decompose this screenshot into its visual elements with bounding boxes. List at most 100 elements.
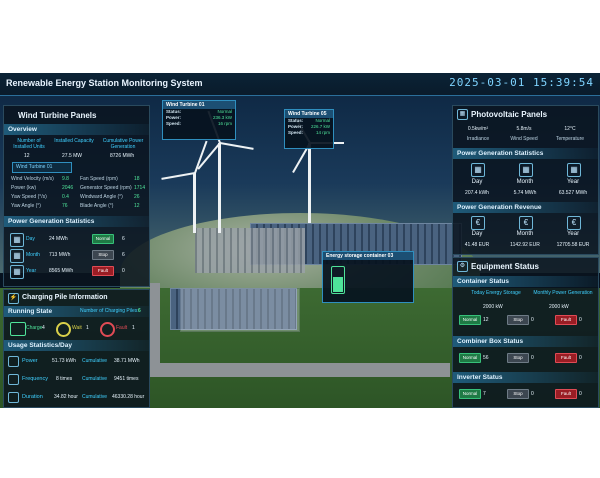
state-count: 4: [42, 325, 45, 331]
fault-button[interactable]: Fault: [555, 353, 577, 363]
status-count: 0: [122, 268, 125, 274]
gen-value: 24 MWh: [49, 236, 68, 242]
usage-label: Duration: [22, 394, 43, 400]
param-label: Blade Angle (°): [80, 203, 114, 209]
param-value: 26: [134, 194, 140, 200]
normal-button[interactable]: Normal: [459, 315, 481, 325]
gen-period: Year: [26, 268, 37, 274]
normal-button[interactable]: Normal: [459, 353, 481, 363]
piles-value: 6: [138, 308, 141, 314]
state-label: Charge: [26, 325, 43, 331]
status-count: 0: [579, 391, 582, 397]
overview-label: Cumulative Power Generation: [102, 138, 144, 150]
usage-header: Usage Statistics/Day: [4, 340, 149, 351]
calendar-icon: ▦: [567, 163, 581, 177]
turbine-select-tab[interactable]: Wind Turbine 01: [12, 162, 72, 173]
battery-icon: [331, 266, 345, 294]
status-count: 0: [531, 317, 534, 323]
callout-row: Speed: 16 rpm: [166, 121, 232, 126]
fault-button[interactable]: Fault: [92, 266, 114, 276]
scene-substation: [195, 228, 305, 273]
turbine-callout[interactable]: Wind Turbine 05 Status: Normal Power: 226.…: [284, 109, 334, 149]
cumulative-label: Cumulative: [82, 358, 108, 364]
wind-gen-header: Power Generation Statistics: [4, 216, 149, 227]
pv-gen-label: Year: [566, 179, 580, 185]
usage-label: Power: [22, 358, 38, 364]
plug-icon: ⚡: [8, 293, 19, 304]
usage-day: 8 times: [56, 376, 73, 382]
turbine-callout[interactable]: Wind Turbine 01 Status: Normal Power: 236.…: [162, 100, 236, 140]
pv-gen-label: Month: [516, 179, 534, 185]
usage-cumulative: 46330.28 hour: [112, 394, 145, 400]
normal-button[interactable]: Normal: [459, 389, 481, 399]
pv-rev-label: Year: [566, 231, 580, 237]
storage-callout[interactable]: Energy storage container 03: [322, 251, 414, 303]
scene-building: [180, 288, 300, 332]
calendar-icon: ▦: [10, 249, 24, 263]
param-value: 9.8: [62, 176, 69, 182]
weather-value: 0.5kw/m²: [467, 126, 489, 132]
piles-label: Number of Charging Piles:: [80, 308, 139, 314]
param-label: Yaw Angle (°): [11, 203, 41, 209]
callout-title: Wind Turbine 05: [285, 110, 333, 118]
param-value: 0.4: [62, 194, 69, 200]
param-label: Power (kw): [11, 185, 37, 191]
param-label: Generator Speed (rpm): [80, 185, 132, 191]
money-icon: €: [567, 216, 581, 230]
param-label: Wind Velocity (m/s): [11, 176, 54, 182]
param-value: 1714: [134, 185, 146, 191]
stop-button[interactable]: Stop: [92, 250, 114, 260]
overview-value: 12: [24, 153, 30, 159]
pv-gen-label: Day: [471, 179, 483, 185]
status-count: 12: [483, 317, 489, 323]
clock-readout: 2025-03-01 15:39:54: [449, 76, 594, 89]
status-count: 0: [531, 355, 534, 361]
money-icon: €: [519, 216, 533, 230]
equipment-panel-title: Equipment Status: [471, 262, 540, 271]
param-label: Fan Speed (rpm): [80, 176, 118, 182]
fault-button[interactable]: Fault: [555, 315, 577, 325]
charging-pile-panel: ⚡ Charging Pile Information Running Stat…: [3, 289, 150, 408]
equipment-status-panel: ⚙ Equipment Status Container Status Toda…: [452, 257, 599, 408]
pv-revenue-header: Power Generation Revenue: [453, 202, 598, 213]
gen-period: Month: [26, 252, 40, 258]
combiner-status-header: Combiner Box Status: [453, 336, 598, 347]
stop-button[interactable]: Stop: [507, 353, 529, 363]
usage-cumulative: 38.71 MWh: [114, 358, 140, 364]
cumulative-label: Cumulative: [82, 376, 108, 382]
equipment-icon: ⚙: [457, 261, 468, 272]
gen-period: Day: [26, 236, 35, 242]
param-value: 18: [134, 176, 140, 182]
charging-panel-title: Charging Pile Information: [22, 294, 108, 301]
gen-value: 8565 MWh: [49, 268, 74, 274]
scene-road: [150, 363, 450, 377]
usage-day: 34.82 hour: [54, 394, 78, 400]
cumulative-label: Cumulative: [82, 394, 108, 400]
pv-rev-value: 1142.92 EUR: [510, 242, 540, 248]
turbine-mast: [308, 143, 311, 223]
usage-cumulative: 9451 times: [114, 376, 139, 382]
param-value: 12: [134, 203, 140, 209]
callout-row: Speed: 14 rpm: [288, 130, 330, 135]
fault-state-icon: [100, 322, 115, 337]
stop-button[interactable]: Stop: [507, 315, 529, 325]
inverter-status-header: Inverter Status: [453, 372, 598, 383]
dashboard-frame: Renewable Energy Station Monitoring Syst…: [0, 73, 600, 408]
status-count: 6: [122, 236, 125, 242]
normal-button[interactable]: Normal: [92, 234, 114, 244]
money-icon: €: [471, 216, 485, 230]
overview-header: Overview: [4, 124, 149, 135]
pv-rev-value: 41.48 EUR: [464, 242, 490, 248]
pv-gen-value: 207.4 kWh: [465, 190, 489, 196]
fault-button[interactable]: Fault: [555, 389, 577, 399]
clock-icon: [8, 392, 19, 403]
calendar-icon: ▦: [10, 233, 24, 247]
weather-label: Temperature: [555, 136, 585, 142]
status-count: 0: [579, 355, 582, 361]
pv-gen-value: 5.74 MWh: [513, 190, 537, 196]
calendar-icon: ▦: [10, 265, 24, 279]
param-label: Windward Angle (°): [80, 194, 123, 200]
wait-state-icon: [56, 322, 71, 337]
stop-button[interactable]: Stop: [507, 389, 529, 399]
overview-label: Number of Installed Units: [13, 138, 45, 150]
